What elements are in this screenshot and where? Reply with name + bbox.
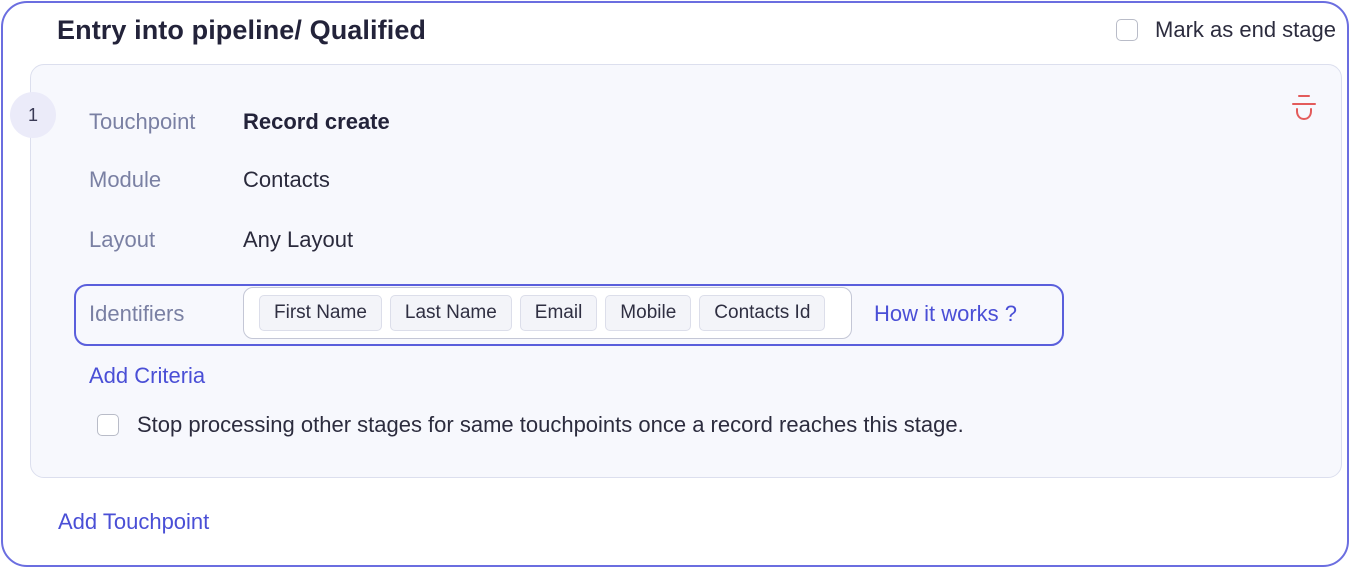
touchpoint-label: Touchpoint [89,109,196,134]
identifiers-chip-field[interactable]: First Name Last Name Email Mobile Contac… [243,287,852,339]
stop-processing-toggle[interactable]: Stop processing other stages for same to… [97,411,964,439]
trash-icon [1292,95,1316,121]
stop-processing-checkbox[interactable] [97,414,119,436]
stop-processing-label: Stop processing other stages for same to… [137,412,964,437]
mark-end-stage-checkbox[interactable] [1116,19,1139,41]
mark-end-stage-label: Mark as end stage [1155,17,1336,42]
how-it-works-link[interactable]: How it works ? [874,300,1017,328]
touchpoint-value: Record create [243,109,390,134]
delete-touchpoint-button[interactable] [1290,92,1318,122]
module-value: Contacts [243,167,330,192]
layout-value: Any Layout [243,227,354,252]
mark-end-stage-toggle[interactable]: Mark as end stage [1116,16,1336,44]
layout-label: Layout [89,227,156,252]
touchpoint-index-badge: 1 [10,92,56,138]
add-criteria-link[interactable]: Add Criteria [89,362,205,390]
identifiers-section: Identifiers First Name Last Name Email M… [74,284,1064,346]
identifier-chip-email[interactable]: Email [519,295,598,331]
identifier-chip-mobile[interactable]: Mobile [605,295,692,331]
add-touchpoint-link[interactable]: Add Touchpoint [58,508,209,536]
identifier-chip-contacts-id[interactable]: Contacts Id [699,295,826,331]
stage-title: Entry into pipeline/ Qualified [57,15,427,45]
identifier-chip-first-name[interactable]: First Name [259,295,382,331]
identifier-chip-last-name[interactable]: Last Name [389,295,512,331]
module-label: Module [89,167,162,192]
identifiers-label: Identifiers [89,301,185,326]
